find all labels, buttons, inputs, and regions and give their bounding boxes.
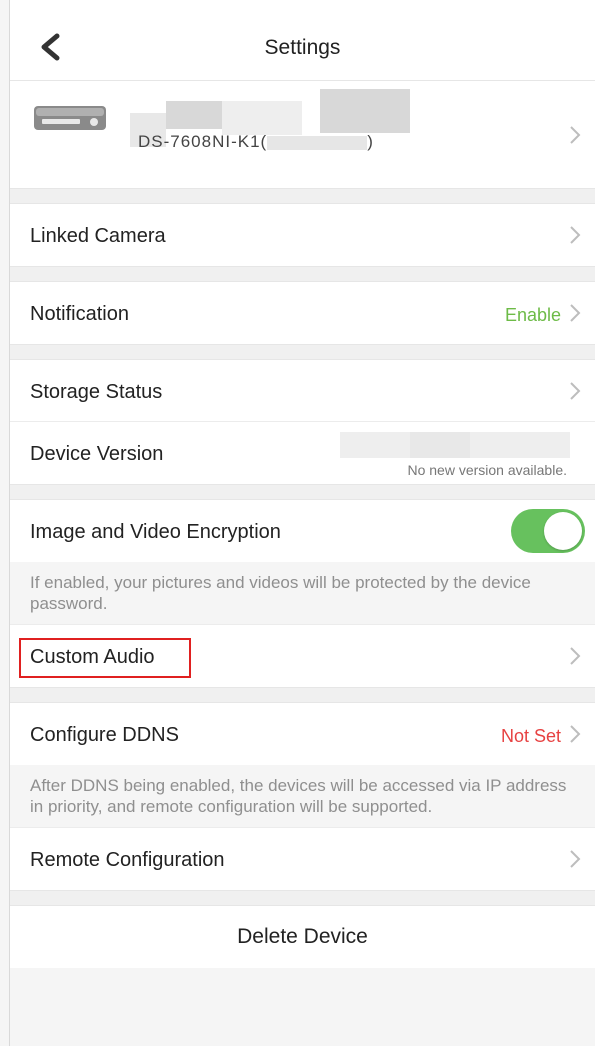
custom-audio-row[interactable]: Custom Audio — [10, 625, 595, 687]
remote-configuration-row[interactable]: Remote Configuration — [10, 828, 595, 890]
section-gap — [10, 266, 595, 282]
remote-configuration-label: Remote Configuration — [30, 849, 225, 871]
device-info-row[interactable]: DS-7608NI-K1() — [10, 81, 595, 188]
encryption-label: Image and Video Encryption — [30, 521, 281, 543]
storage-status-row[interactable]: Storage Status — [10, 360, 595, 422]
linked-camera-row[interactable]: Linked Camera — [10, 204, 595, 266]
page-title: Settings — [264, 36, 341, 59]
version-status: No new version available. — [407, 462, 567, 478]
chevron-right-icon — [570, 382, 581, 400]
chevron-right-icon — [570, 850, 581, 868]
nav-header: Settings — [10, 0, 595, 81]
chevron-right-icon — [570, 126, 581, 144]
ddns-status: Not Set — [500, 726, 561, 746]
nvr-device-icon — [34, 106, 106, 130]
device-name: DS-7608NI-K1() — [138, 132, 374, 151]
section-gap — [10, 890, 595, 906]
configure-ddns-row[interactable]: Configure DDNS Not Set — [10, 703, 595, 765]
section-gap — [10, 188, 595, 204]
blur-mask — [222, 101, 302, 135]
device-version-label: Device Version — [30, 443, 164, 465]
blur-mask — [410, 432, 470, 458]
ddns-hint: After DDNS being enabled, the devices wi… — [10, 765, 595, 828]
chevron-right-icon — [570, 226, 581, 244]
device-version-row[interactable]: Device Version No new version available. — [10, 422, 595, 484]
encryption-toggle[interactable] — [511, 509, 585, 553]
encryption-row: Image and Video Encryption — [10, 500, 595, 562]
notification-label: Notification — [30, 303, 129, 325]
chevron-right-icon — [570, 725, 581, 743]
section-gap — [10, 344, 595, 360]
linked-camera-label: Linked Camera — [30, 225, 166, 247]
notification-status: Enable — [504, 305, 561, 325]
section-gap — [10, 484, 595, 500]
notification-row[interactable]: Notification Enable — [10, 282, 595, 344]
storage-status-label: Storage Status — [30, 381, 163, 403]
chevron-right-icon — [570, 304, 581, 322]
section-gap — [10, 687, 595, 703]
chevron-right-icon — [570, 647, 581, 665]
settings-screen: Settings DS-7608NI-K1() Linked Camera No… — [10, 0, 595, 1046]
blur-mask — [166, 101, 222, 129]
custom-audio-label: Custom Audio — [30, 646, 155, 668]
toggle-knob — [544, 512, 582, 550]
encryption-hint: If enabled, your pictures and videos wil… — [10, 562, 595, 625]
delete-device-button[interactable]: Delete Device — [10, 906, 595, 968]
configure-ddns-label: Configure DDNS — [30, 724, 179, 746]
blur-mask — [320, 89, 410, 133]
